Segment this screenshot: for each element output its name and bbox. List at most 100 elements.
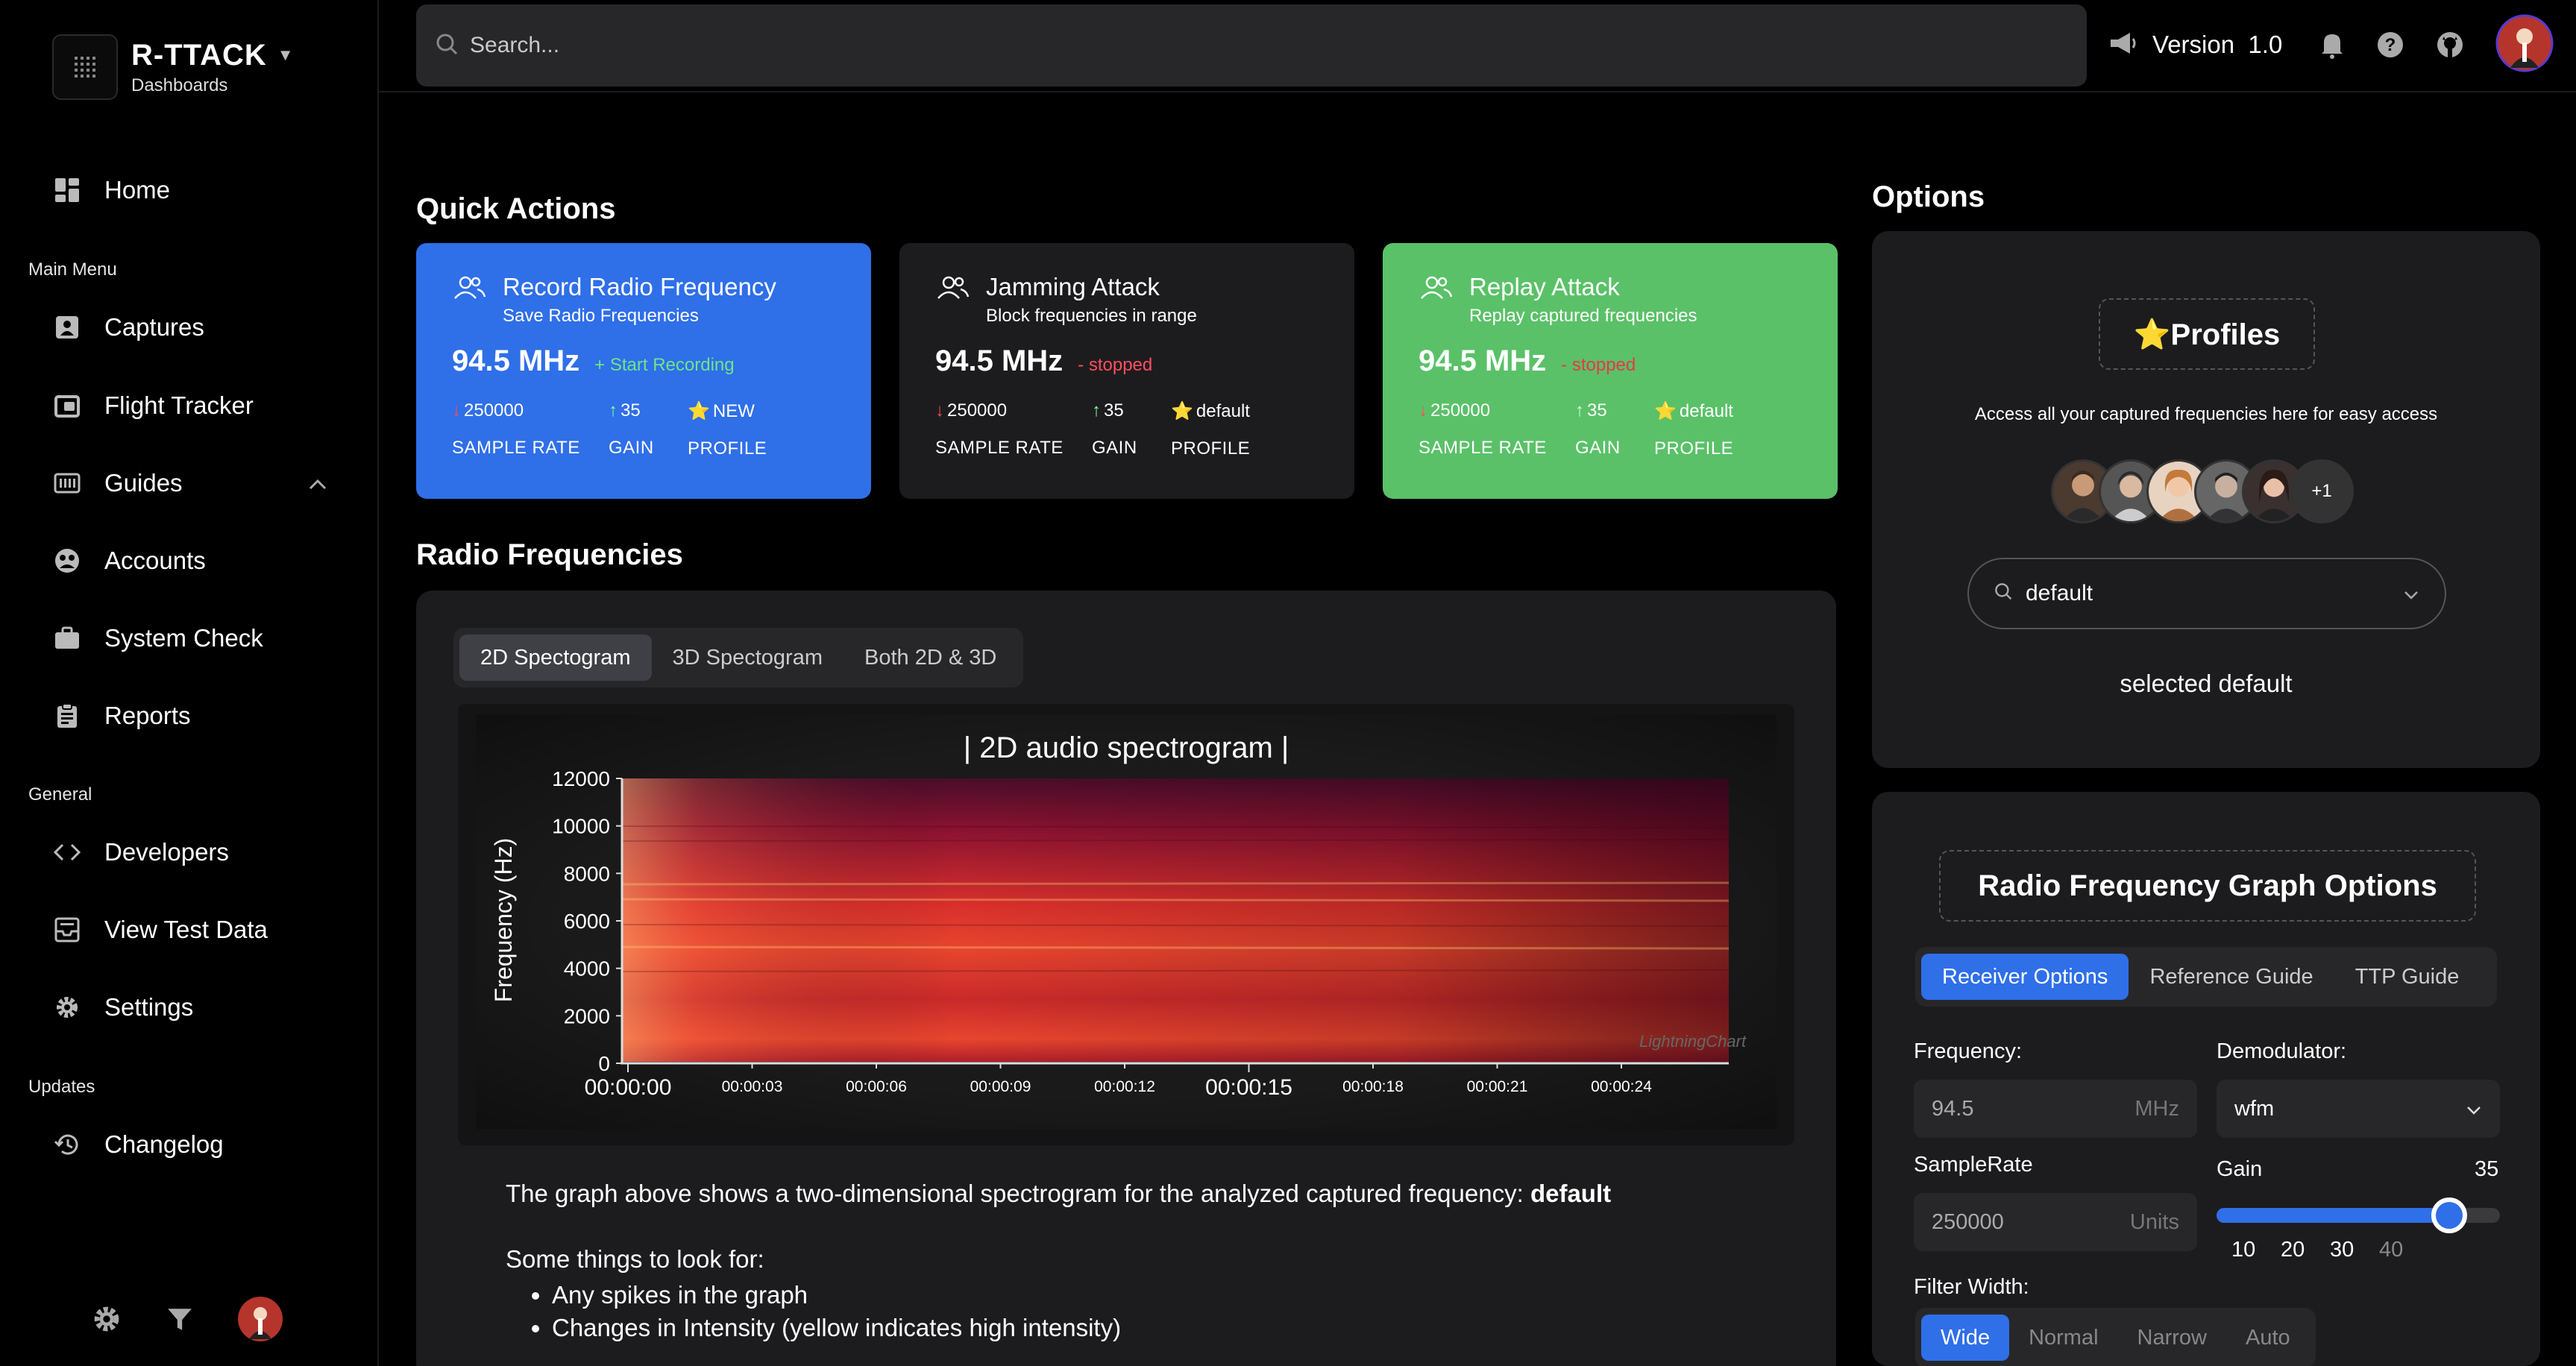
sidebar-item-label: Settings bbox=[104, 993, 194, 1021]
filter-wide[interactable]: Wide bbox=[1921, 1315, 2010, 1361]
megaphone-icon[interactable] bbox=[2108, 30, 2139, 60]
profiles-button[interactable]: ⭐Profiles bbox=[2099, 298, 2315, 370]
samplerate-field[interactable]: 250000 Units bbox=[1914, 1193, 2197, 1251]
gain-tick: 10 bbox=[2231, 1238, 2256, 1262]
sidebar-item-view-test-data[interactable]: View Test Data bbox=[52, 907, 328, 952]
filter-width-tabs: Wide Normal Narrow Auto bbox=[1915, 1308, 2316, 1366]
search-bar[interactable] bbox=[416, 4, 2087, 86]
filter-narrow[interactable]: Narrow bbox=[2118, 1315, 2226, 1361]
sidebar-item-label: Flight Tracker bbox=[104, 391, 254, 419]
rf-graph-options-panel: Radio Frequency Graph Options Receiver O… bbox=[1872, 792, 2540, 1366]
card-subtitle: Replay captured frequencies bbox=[1469, 306, 1697, 326]
brand-title: R-TTACK bbox=[131, 38, 267, 72]
section-updates: Updates bbox=[28, 1077, 95, 1097]
star-icon: ⭐ bbox=[1171, 401, 1193, 421]
version-text: Version bbox=[2152, 31, 2235, 58]
profile-select[interactable]: default bbox=[1967, 558, 2446, 629]
gain-tick: 30 bbox=[2330, 1238, 2354, 1262]
sidebar-item-label: Developers bbox=[104, 838, 229, 866]
sidebar-item-settings[interactable]: Settings bbox=[52, 985, 328, 1030]
gain-slider-thumb[interactable] bbox=[2431, 1197, 2467, 1233]
help-icon[interactable]: ? bbox=[2376, 31, 2404, 59]
profiles-description: Access all your captured frequencies her… bbox=[1974, 404, 2438, 424]
sidebar-item-accounts[interactable]: Accounts bbox=[52, 538, 328, 583]
star-icon: ⭐ bbox=[1654, 401, 1677, 421]
filter-icon[interactable] bbox=[166, 1305, 194, 1337]
selected-profile-text: selected default bbox=[2120, 670, 2293, 697]
card-replay-attack[interactable]: Replay Attack Replay captured frequencie… bbox=[1383, 243, 1838, 499]
card-title: Record Radio Frequency bbox=[503, 273, 776, 300]
radio-frequencies-title: Radio Frequencies bbox=[416, 538, 683, 571]
x-tick-label-minor: 00:00:21 bbox=[1467, 1078, 1528, 1095]
demodulator-select[interactable]: wfm bbox=[2217, 1080, 2500, 1138]
card-jamming-attack[interactable]: Jamming Attack Block frequencies in rang… bbox=[899, 243, 1354, 499]
tab-receiver-options[interactable]: Receiver Options bbox=[1921, 954, 2129, 1000]
sidebar-item-developers[interactable]: Developers bbox=[52, 830, 328, 875]
sidebar-item-guides[interactable]: Guides bbox=[52, 461, 328, 506]
topbar: Version 1.0 ? bbox=[379, 0, 2576, 92]
frequency-field[interactable]: 94.5 MHz bbox=[1914, 1080, 2197, 1138]
profile-label: PROFILE bbox=[1171, 438, 1251, 459]
settings-gear-icon[interactable] bbox=[91, 1303, 122, 1338]
tab-reference-guide[interactable]: Reference Guide bbox=[2129, 954, 2334, 1000]
desc-list-intro: Some things to look for: bbox=[506, 1245, 764, 1273]
sidebar-item-system-check[interactable]: System Check bbox=[52, 616, 328, 661]
tab-ttp-guide[interactable]: TTP Guide bbox=[2334, 954, 2481, 1000]
x-tick-label-minor: 00:00:03 bbox=[722, 1078, 783, 1095]
sidebar-item-changelog[interactable]: Changelog bbox=[52, 1122, 328, 1167]
frequency-value: 94.5 bbox=[1932, 1096, 1974, 1121]
demodulator-label: Demodulator: bbox=[2217, 1039, 2347, 1063]
user-avatar[interactable] bbox=[237, 1296, 283, 1346]
star-icon: ⭐ bbox=[688, 401, 710, 421]
github-icon[interactable] bbox=[2436, 31, 2464, 59]
desc-intro: The graph above shows a two-dimensional … bbox=[506, 1180, 1530, 1207]
x-tick-label-minor: 00:00:12 bbox=[1094, 1078, 1155, 1095]
filter-normal[interactable]: Normal bbox=[2009, 1315, 2117, 1361]
spectrogram-chart[interactable]: | 2D audio spectrogram | LightningChart … bbox=[458, 704, 1794, 1145]
sidebar-item-home[interactable]: Home bbox=[52, 168, 328, 213]
card-record-radio-frequency[interactable]: Record Radio Frequency Save Radio Freque… bbox=[416, 243, 871, 499]
dashboard-icon bbox=[52, 175, 82, 205]
guides-icon bbox=[52, 468, 82, 498]
avatar-more-count[interactable]: +1 bbox=[2290, 459, 2354, 523]
tab-3d-spectogram[interactable]: 3D Spectogram bbox=[652, 635, 844, 681]
sidebar-item-flight-tracker[interactable]: Flight Tracker bbox=[52, 383, 328, 428]
gain-label: GAIN bbox=[609, 438, 654, 458]
gain-value: 35 bbox=[2475, 1157, 2499, 1181]
gear-icon bbox=[52, 992, 82, 1022]
search-input[interactable] bbox=[470, 33, 1887, 58]
card-subtitle: Save Radio Frequencies bbox=[503, 306, 699, 326]
tab-both-2d-3d[interactable]: Both 2D & 3D bbox=[844, 635, 1017, 681]
gain-label: GAIN bbox=[1575, 438, 1621, 458]
gain-tick: 20 bbox=[2281, 1238, 2305, 1262]
profile-avatar-group: +1 bbox=[2051, 459, 2354, 523]
sidebar-item-label: Guides bbox=[104, 469, 183, 497]
profile-avatar[interactable] bbox=[2495, 14, 2554, 76]
gain-slider[interactable] bbox=[2217, 1197, 2500, 1233]
card-frequency: 94.5 MHz bbox=[935, 344, 1064, 377]
card-subtitle: Block frequencies in range bbox=[986, 306, 1197, 326]
sidebar-item-reports[interactable]: Reports bbox=[52, 693, 328, 738]
profile-label: PROFILE bbox=[1654, 438, 1734, 459]
status-badge: - stopped bbox=[1561, 355, 1636, 375]
gain-tick: 40 bbox=[2379, 1238, 2404, 1262]
sample-rate-value: 250000 bbox=[947, 400, 1008, 421]
chevron-up-icon[interactable] bbox=[307, 469, 328, 497]
bell-icon[interactable] bbox=[2319, 31, 2345, 59]
gain-value: 35 bbox=[1587, 400, 1607, 421]
sidebar-item-label: Home bbox=[104, 176, 171, 204]
sidebar-item-captures[interactable]: Captures bbox=[52, 305, 328, 350]
arrow-up-icon: ↑ bbox=[609, 400, 618, 421]
list-item: Changes in Intensity (yellow indicates h… bbox=[552, 1314, 1774, 1342]
gain-ticks: 10 20 30 40 bbox=[2231, 1238, 2428, 1262]
tab-2d-spectogram[interactable]: 2D Spectogram bbox=[459, 635, 652, 681]
rf-graph-options-title: Radio Frequency Graph Options bbox=[1939, 850, 2476, 922]
brand[interactable]: R-TTACK ▼ Dashboards bbox=[52, 34, 295, 100]
arrow-up-icon: ↑ bbox=[1092, 400, 1101, 421]
start-recording-link[interactable]: + Start Recording bbox=[594, 355, 734, 376]
chevron-down-icon[interactable]: ▼ bbox=[277, 45, 295, 65]
filter-auto[interactable]: Auto bbox=[2226, 1315, 2310, 1361]
x-tick-label-minor: 00:00:18 bbox=[1342, 1078, 1404, 1095]
sample-rate-label: SAMPLE RATE bbox=[452, 438, 580, 458]
sidebar: R-TTACK ▼ Dashboards Home Main Menu Captu… bbox=[0, 0, 379, 1366]
